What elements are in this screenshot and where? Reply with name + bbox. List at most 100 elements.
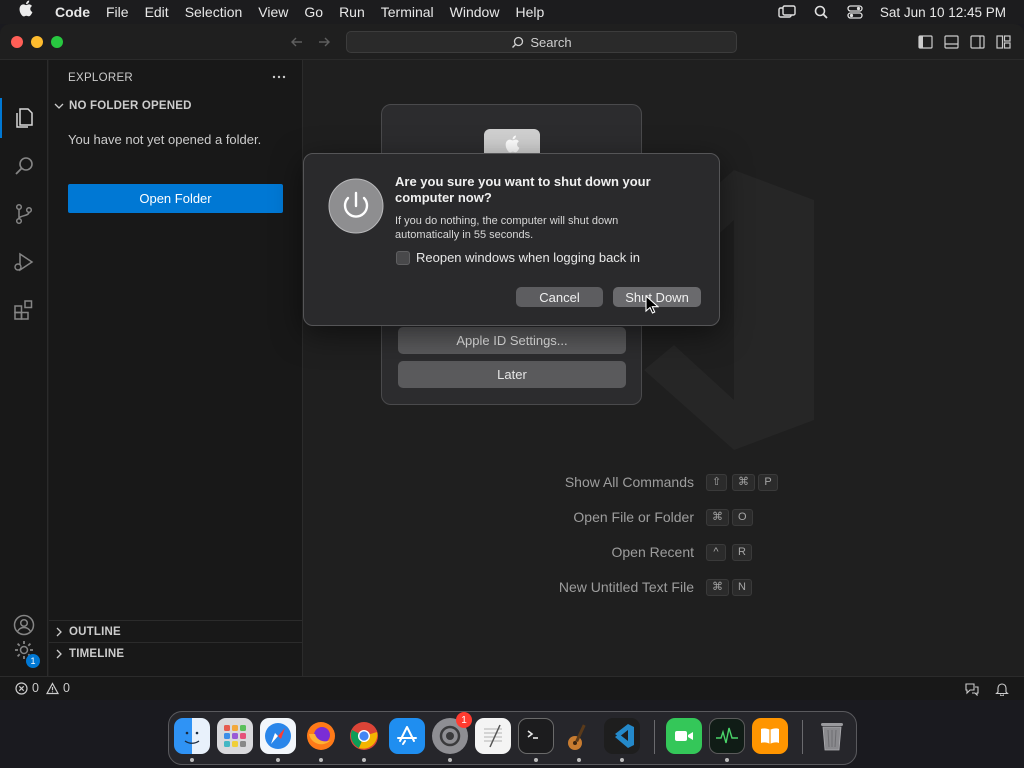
running-indicator (577, 758, 581, 762)
safari-icon[interactable] (260, 718, 296, 754)
trash-icon[interactable] (814, 718, 850, 754)
timeline-section-header[interactable]: TIMELINE (49, 642, 303, 664)
app-store-icon[interactable] (389, 718, 425, 754)
menu-help[interactable]: Help (507, 0, 552, 24)
facetime-icon[interactable] (666, 718, 702, 754)
apple-menu-icon[interactable] (0, 0, 47, 24)
key-cap: O (732, 509, 753, 526)
run-debug-icon[interactable] (0, 238, 48, 286)
key-cap: ⇧ (706, 474, 728, 491)
no-folder-message: You have not yet opened a folder. (68, 132, 262, 147)
minimize-window-button[interactable] (31, 36, 43, 48)
extensions-icon[interactable] (0, 286, 48, 334)
vscode-icon[interactable] (604, 718, 640, 754)
dock-divider (654, 720, 655, 754)
running-indicator (276, 758, 280, 762)
system-settings-icon[interactable]: 1 (432, 712, 472, 754)
forward-arrow-icon[interactable] (317, 35, 331, 49)
books-icon[interactable] (752, 718, 788, 754)
chrome-icon[interactable] (346, 718, 382, 754)
screen-mirroring-icon[interactable] (770, 0, 804, 24)
outline-title: OUTLINE (69, 625, 121, 638)
command-center-search[interactable]: Search (346, 31, 737, 53)
menu-view[interactable]: View (250, 0, 296, 24)
back-arrow-icon[interactable] (290, 35, 304, 49)
settings-update-badge: 1 (26, 654, 40, 668)
close-window-button[interactable] (11, 36, 23, 48)
running-indicator (448, 758, 452, 762)
problems-status[interactable]: 0 0 (15, 681, 70, 695)
customize-layout-icon[interactable] (996, 35, 1011, 49)
warning-icon (45, 681, 59, 695)
menu-go[interactable]: Go (296, 0, 331, 24)
command-show-all[interactable]: Show All Commands ⇧ ⌘ P (304, 474, 1024, 494)
title-bar: Search (0, 24, 1024, 60)
terminal-icon[interactable] (518, 718, 554, 754)
control-center-icon[interactable] (838, 0, 872, 24)
no-folder-section-header[interactable]: NO FOLDER OPENED (53, 100, 192, 112)
command-new-untitled-file[interactable]: New Untitled Text File ⌘ N (304, 579, 1024, 599)
search-icon (511, 36, 524, 49)
textedit-icon[interactable] (475, 718, 511, 754)
outline-section-header[interactable]: OUTLINE (49, 620, 303, 642)
menu-window[interactable]: Window (442, 0, 508, 24)
key-cap: ⌘ (706, 509, 729, 526)
command-label: Open Recent (611, 544, 695, 560)
cancel-button[interactable]: Cancel (516, 287, 603, 307)
dock: 1 (168, 711, 857, 765)
running-indicator (534, 758, 538, 762)
manage-gear-icon[interactable]: 1 (0, 626, 48, 674)
menu-clock[interactable]: Sat Jun 10 12:45 PM (872, 5, 1024, 20)
running-indicator (725, 758, 729, 762)
finder-icon[interactable] (174, 718, 210, 754)
key-cap: P (758, 474, 778, 491)
notifications-bell-icon[interactable] (995, 682, 1009, 696)
running-indicator (362, 758, 366, 762)
explorer-icon[interactable] (0, 94, 48, 142)
more-actions-icon[interactable] (271, 72, 287, 82)
apple-id-settings-button[interactable]: Apple ID Settings... (398, 327, 626, 354)
chevron-right-icon (53, 648, 65, 660)
source-control-icon[interactable] (0, 190, 48, 238)
status-bar: 0 0 (0, 676, 1024, 700)
warning-count: 0 (62, 681, 70, 695)
open-folder-button[interactable]: Open Folder (68, 184, 283, 213)
zoom-window-button[interactable] (51, 36, 63, 48)
toggle-secondary-sidebar-icon[interactable] (970, 35, 985, 49)
spotlight-search-icon[interactable] (804, 0, 838, 24)
search-view-icon[interactable] (0, 142, 48, 190)
reopen-windows-label[interactable]: Reopen windows when logging back in (416, 250, 640, 265)
toggle-panel-icon[interactable] (944, 35, 959, 49)
instruments-guitar-icon[interactable] (561, 718, 597, 754)
menu-selection[interactable]: Selection (177, 0, 251, 24)
running-indicator (620, 758, 624, 762)
toggle-primary-sidebar-icon[interactable] (918, 35, 933, 49)
key-cap: ^ (706, 544, 726, 561)
firefox-icon[interactable] (303, 718, 339, 754)
reopen-windows-checkbox[interactable] (396, 251, 410, 265)
chevron-right-icon (53, 626, 65, 638)
running-indicator (319, 758, 323, 762)
dialog-title: Are you sure you want to shut down your … (395, 174, 651, 205)
command-open-file-folder[interactable]: Open File or Folder ⌘ O (304, 509, 1024, 529)
menu-run[interactable]: Run (331, 0, 373, 24)
menu-code[interactable]: Code (47, 0, 98, 24)
feedback-icon[interactable] (965, 682, 979, 696)
command-open-recent[interactable]: Open Recent ^ R (304, 544, 1024, 564)
later-button[interactable]: Later (398, 361, 626, 388)
activity-monitor-icon[interactable] (709, 718, 745, 754)
command-label: Open File or Folder (573, 509, 694, 525)
dialog-message: If you do nothing, the computer will shu… (395, 215, 619, 241)
chevron-down-icon (53, 100, 65, 112)
command-label: New Untitled Text File (558, 579, 694, 595)
explorer-sidebar: EXPLORER NO FOLDER OPENED You have not y… (49, 60, 303, 676)
running-indicator (190, 758, 194, 762)
mouse-cursor-icon (645, 295, 659, 315)
error-count: 0 (32, 681, 39, 695)
menu-terminal[interactable]: Terminal (373, 0, 442, 24)
menu-edit[interactable]: Edit (137, 0, 177, 24)
menu-file[interactable]: File (98, 0, 137, 24)
shutdown-confirm-dialog: Are you sure you want to shut down your … (303, 153, 720, 326)
settings-notification-badge: 1 (456, 712, 472, 728)
launchpad-icon[interactable] (217, 718, 253, 754)
